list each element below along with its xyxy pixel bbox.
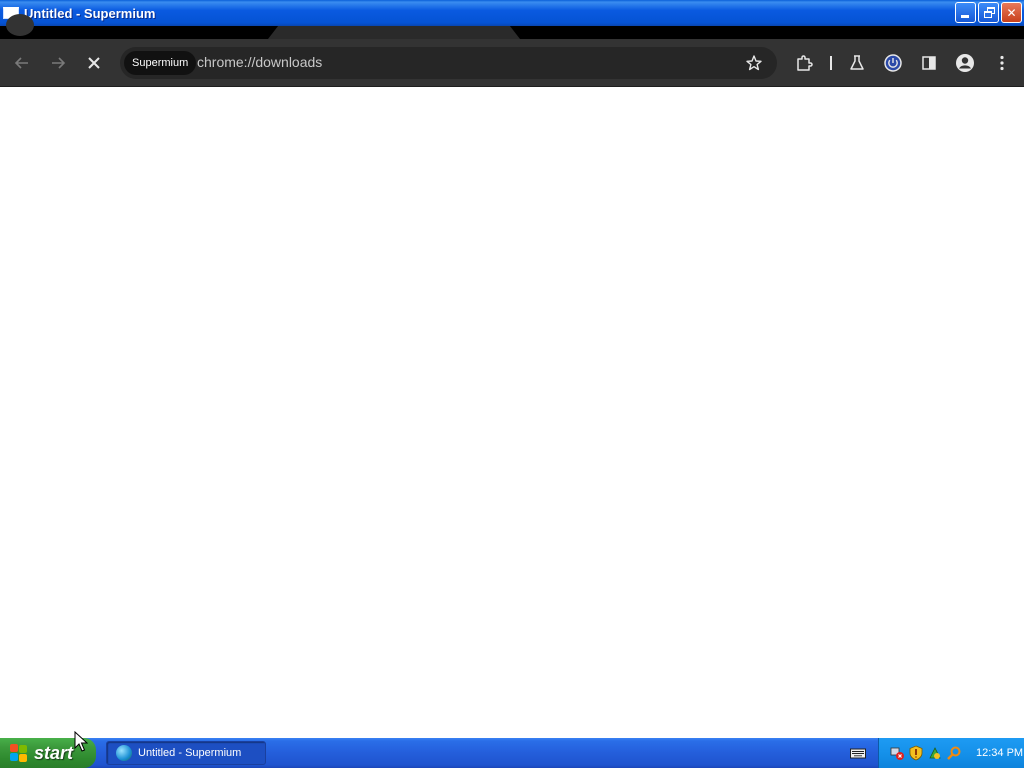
mouse-cursor-icon [74, 731, 88, 752]
restore-button[interactable] [978, 2, 999, 23]
menu-button[interactable] [990, 51, 1014, 75]
taskbar: start Untitled - Supermium 12:34 PM [0, 738, 1024, 768]
side-panel-button[interactable] [917, 51, 941, 75]
browser-toolbar: Supermium chrome://downloads [0, 39, 1024, 87]
windows-flag-icon [10, 744, 28, 762]
arrow-left-icon [14, 57, 28, 69]
sync-button[interactable] [881, 51, 905, 75]
close-window-button[interactable]: ✕ [1001, 2, 1022, 23]
system-tray: 12:34 PM [878, 738, 1024, 768]
address-bar[interactable]: Supermium chrome://downloads [120, 47, 777, 79]
tab-active[interactable] [268, 26, 520, 39]
update-icon[interactable] [927, 745, 943, 761]
profile-button[interactable] [953, 51, 977, 75]
bookmark-star-icon [746, 55, 762, 71]
labs-flask-icon [850, 55, 864, 70]
sync-power-icon [884, 54, 902, 72]
restore-icon [984, 11, 992, 18]
minimize-button[interactable] [955, 2, 976, 23]
window-controls: ✕ [955, 2, 1022, 23]
tab-search-icon[interactable] [6, 14, 34, 36]
bookmark-button[interactable] [742, 51, 766, 75]
taskbar-item-supermium[interactable]: Untitled - Supermium [106, 741, 266, 765]
close-x-icon: ✕ [1006, 5, 1017, 20]
menu-kebab-icon [1000, 55, 1004, 71]
back-button[interactable] [10, 51, 34, 75]
stop-loading-button[interactable] [82, 51, 106, 75]
extensions-icon [797, 55, 813, 71]
extensions-button[interactable] [792, 51, 816, 75]
arrow-right-icon [52, 57, 66, 69]
keyboard-language-icon[interactable] [850, 747, 866, 759]
labs-button[interactable] [845, 51, 869, 75]
page-content[interactable] [0, 87, 1024, 738]
network-warning-icon[interactable] [889, 745, 905, 761]
minimize-icon [961, 15, 969, 18]
window-titlebar[interactable]: Untitled - Supermium ✕ [0, 0, 1024, 26]
window-title: Untitled - Supermium [24, 5, 156, 21]
search-icon[interactable] [946, 745, 962, 761]
taskbar-clock[interactable]: 12:34 PM [976, 747, 1023, 759]
close-icon [88, 57, 100, 69]
taskbar-item-label: Untitled - Supermium [138, 747, 242, 759]
forward-button[interactable] [46, 51, 70, 75]
supermium-icon [116, 745, 132, 761]
url-text[interactable]: chrome://downloads [197, 47, 322, 79]
profile-avatar-icon [956, 54, 974, 72]
tab-strip [0, 14, 1024, 39]
side-panel-icon [922, 56, 936, 70]
start-label: start [34, 742, 74, 763]
toolbar-separator [830, 56, 832, 70]
site-chip[interactable]: Supermium [124, 51, 197, 75]
security-shield-icon[interactable] [908, 745, 924, 761]
